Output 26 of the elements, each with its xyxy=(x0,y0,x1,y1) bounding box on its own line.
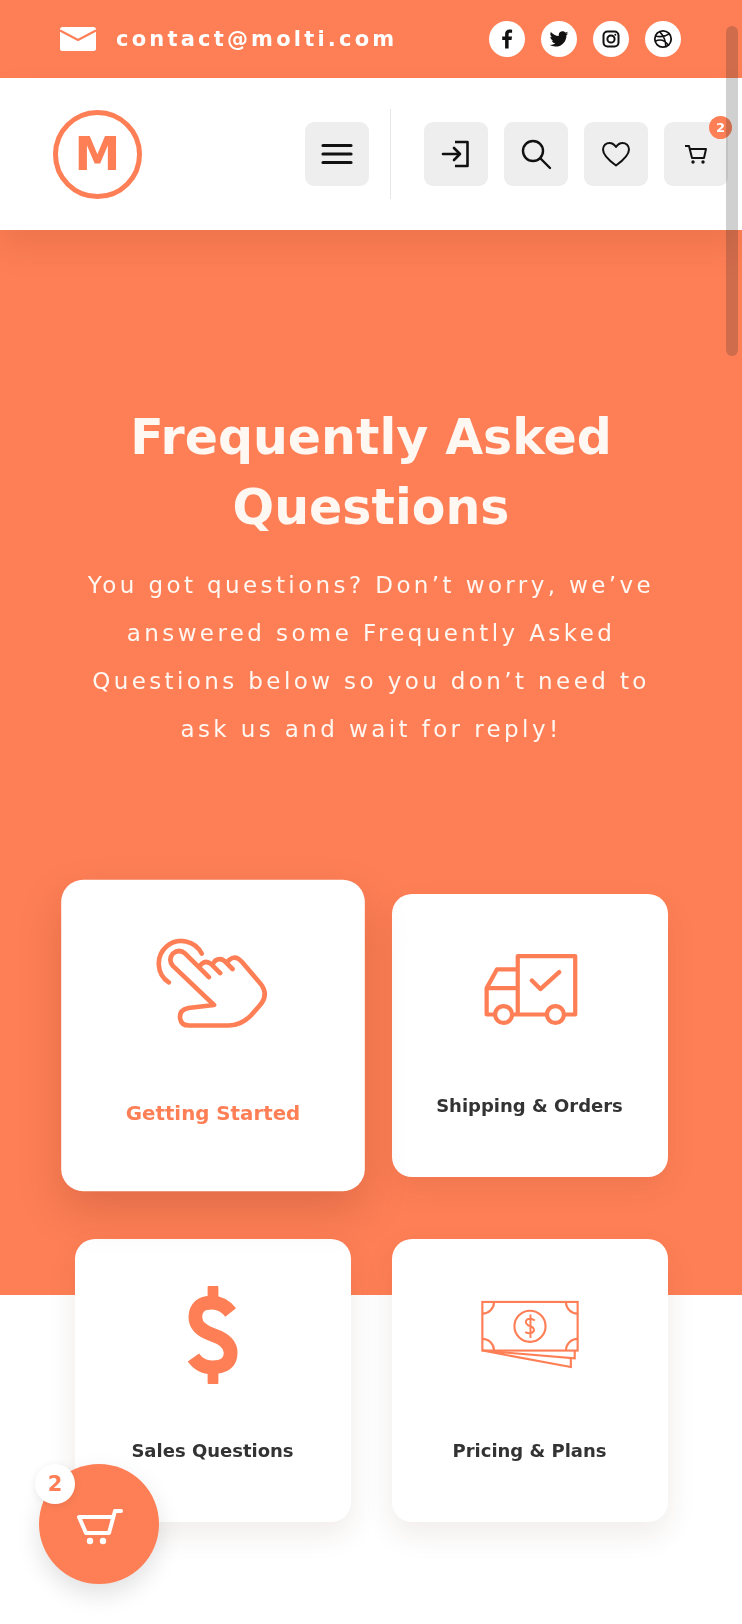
mail-icon xyxy=(60,27,96,51)
search-icon xyxy=(520,138,552,170)
page-title: Frequently Asked Questions xyxy=(129,408,613,538)
scrollbar-thumb[interactable] xyxy=(726,26,738,356)
banknotes-icon xyxy=(479,1300,580,1370)
wishlist-button[interactable] xyxy=(584,122,648,186)
instagram-icon[interactable] xyxy=(593,21,629,57)
category-card[interactable]: Pricing & Plans xyxy=(391,1239,668,1522)
page-subtitle: You got questions? Don’t worry, we’ve answered some Frequently Asked Questions below so you don’t need to ask us and wait for reply! xyxy=(86,571,656,744)
twitter-icon[interactable] xyxy=(541,21,577,57)
heart-icon xyxy=(601,140,631,168)
search-button[interactable] xyxy=(504,122,568,186)
cart-count-badge: 2 xyxy=(35,1464,75,1504)
category-card[interactable]: Sales Questions xyxy=(74,1239,351,1522)
cart-button[interactable] xyxy=(664,122,728,186)
login-button[interactable] xyxy=(424,122,488,186)
cart-count-badge: 2 xyxy=(709,116,732,139)
menu-icon xyxy=(321,143,353,165)
menu-button[interactable] xyxy=(305,122,369,186)
login-icon xyxy=(441,139,471,169)
cart-icon xyxy=(75,1508,123,1546)
facebook-icon[interactable] xyxy=(489,21,525,57)
dribbble-icon[interactable] xyxy=(645,21,681,57)
cart-icon xyxy=(684,143,708,165)
category-card[interactable]: Shipping & Orders xyxy=(391,894,668,1177)
dollar-icon xyxy=(185,1286,240,1384)
